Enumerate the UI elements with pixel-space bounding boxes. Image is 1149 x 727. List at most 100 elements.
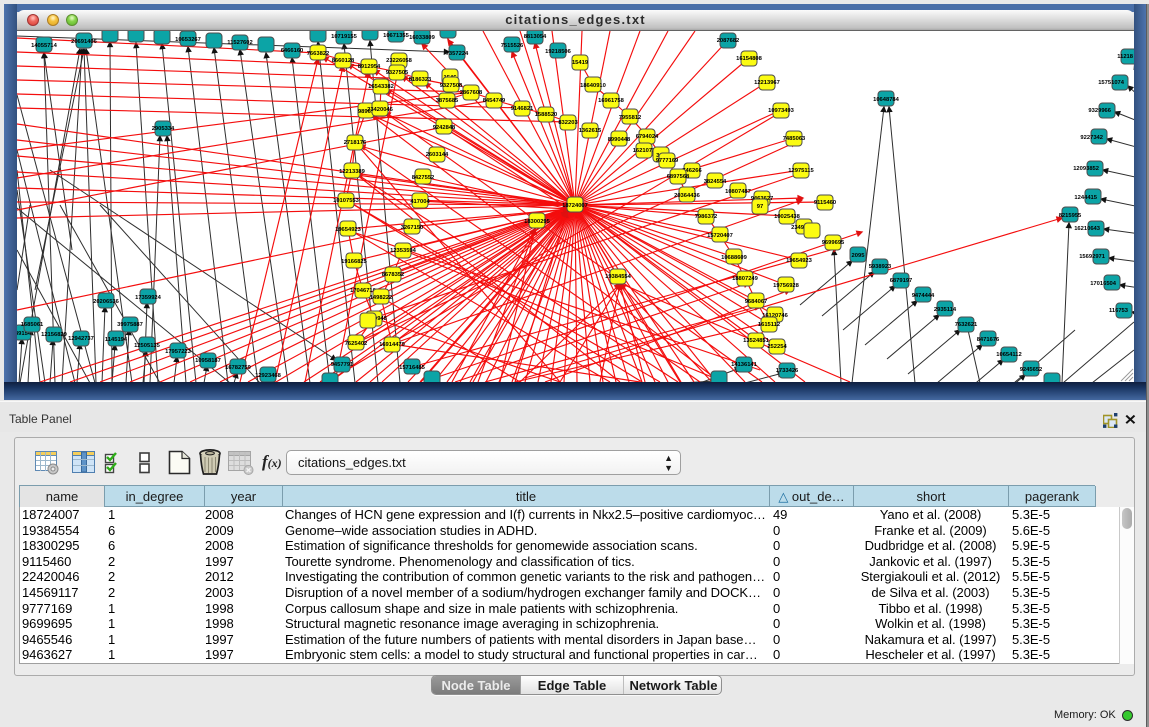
svg-text:9474444: 9474444 (912, 293, 935, 299)
svg-text:6466160: 6466160 (281, 48, 304, 54)
svg-text:7625402: 7625402 (345, 341, 368, 347)
svg-text:20691406: 20691406 (71, 39, 98, 45)
svg-text:16543382: 16543382 (368, 84, 394, 90)
svg-text:18807249: 18807249 (732, 276, 759, 282)
svg-text:2935114: 2935114 (934, 307, 957, 313)
svg-text:12923468: 12923468 (255, 373, 282, 379)
svg-text:3824554: 3824554 (704, 179, 727, 185)
svg-text:8454749: 8454749 (483, 98, 506, 104)
svg-text:8912954: 8912954 (358, 64, 381, 70)
svg-text:1733426: 1733426 (776, 368, 799, 374)
svg-text:10719155: 10719155 (331, 34, 358, 40)
svg-text:20206536: 20206536 (93, 299, 120, 305)
svg-text:832203: 832203 (558, 120, 578, 126)
svg-text:10654112: 10654112 (996, 352, 1021, 358)
svg-text:18300295: 18300295 (524, 219, 551, 225)
svg-text:252254: 252254 (767, 344, 787, 350)
svg-text:19218506: 19218506 (545, 49, 572, 55)
svg-text:97: 97 (757, 204, 763, 210)
svg-text:10973493: 10973493 (768, 108, 795, 114)
svg-text:10958187: 10958187 (195, 358, 221, 364)
svg-text:17016504: 17016504 (1090, 281, 1117, 287)
svg-text:6879197: 6879197 (890, 278, 913, 284)
svg-text:2603144: 2603144 (426, 152, 449, 158)
svg-text:8660128: 8660128 (332, 58, 355, 64)
svg-text:18724007: 18724007 (562, 203, 588, 209)
svg-text:9327505: 9327505 (386, 70, 409, 76)
svg-text:16914479: 16914479 (379, 342, 406, 348)
svg-text:15419: 15419 (572, 60, 589, 66)
svg-text:10688609: 10688609 (721, 255, 748, 261)
svg-text:417004: 417004 (410, 199, 430, 205)
svg-text:1362615: 1362615 (579, 128, 602, 134)
svg-text:16154808: 16154808 (736, 56, 763, 62)
svg-text:12942737: 12942737 (68, 336, 94, 342)
svg-text:5938923: 5938923 (869, 264, 892, 270)
svg-text:13524851: 13524851 (743, 338, 770, 344)
svg-text:8678352: 8678352 (382, 272, 405, 278)
svg-text:18640910: 18640910 (580, 83, 606, 89)
svg-text:19654923: 19654923 (335, 227, 362, 233)
svg-text:8186323: 8186323 (409, 77, 432, 83)
svg-text:7515526: 7515526 (501, 43, 524, 49)
svg-text:9245652: 9245652 (1020, 367, 1043, 373)
svg-text:16033809: 16033809 (409, 35, 436, 41)
svg-text:9242848: 9242848 (433, 125, 456, 131)
svg-text:1244415: 1244415 (1074, 195, 1097, 201)
svg-text:12213389: 12213389 (339, 169, 366, 175)
svg-text:7986372: 7986372 (695, 214, 718, 220)
svg-text:23420046: 23420046 (367, 107, 394, 113)
svg-text:17359924: 17359924 (135, 295, 162, 301)
svg-text:11218: 11218 (1117, 54, 1134, 60)
svg-text:17957223: 17957223 (165, 349, 192, 355)
svg-text:2095: 2095 (852, 253, 866, 259)
svg-text:7485063: 7485063 (783, 136, 806, 142)
svg-text:2718176: 2718176 (344, 140, 367, 146)
svg-text:1621072: 1621072 (633, 148, 656, 154)
svg-text:9457791: 9457791 (331, 362, 354, 368)
svg-text:15716485: 15716485 (399, 365, 426, 371)
svg-text:8215955: 8215955 (1059, 213, 1082, 219)
svg-text:9699695: 9699695 (822, 240, 845, 246)
svg-text:3875685: 3875685 (436, 98, 459, 104)
svg-text:10653267: 10653267 (175, 37, 201, 43)
svg-text:12505135: 12505135 (134, 343, 161, 349)
svg-text:14055714: 14055714 (31, 43, 58, 49)
svg-text:19166825: 19166825 (341, 259, 368, 265)
svg-text:7357224: 7357224 (446, 51, 469, 57)
svg-text:2905334: 2905334 (152, 126, 175, 132)
svg-text:12353594: 12353594 (390, 248, 417, 254)
svg-text:10807487: 10807487 (725, 189, 751, 195)
svg-text:9227342: 9227342 (1080, 135, 1103, 141)
svg-text:9115460: 9115460 (814, 200, 836, 206)
svg-text:10107553: 10107553 (333, 198, 360, 204)
svg-text:7632621: 7632621 (955, 322, 978, 328)
svg-text:15751074: 15751074 (1098, 80, 1125, 86)
svg-text:12975115: 12975115 (788, 168, 814, 174)
svg-text:16210643: 16210643 (1074, 226, 1101, 232)
svg-text:6897568: 6897568 (667, 174, 690, 180)
svg-text:23226058: 23226058 (386, 58, 413, 64)
svg-text:16961758: 16961758 (598, 98, 625, 104)
svg-text:15720407: 15720407 (707, 233, 733, 239)
svg-text:6794024: 6794024 (636, 134, 659, 140)
svg-text:8813054: 8813054 (524, 34, 547, 40)
svg-text:9777169: 9777169 (656, 158, 679, 164)
svg-text:10648784: 10648784 (873, 97, 900, 103)
svg-text:12156829: 12156829 (41, 332, 68, 338)
svg-text:19384554: 19384554 (605, 274, 632, 280)
svg-text:19756928: 19756928 (773, 283, 800, 289)
svg-text:3267150: 3267150 (401, 225, 424, 231)
svg-text:1145194: 1145194 (105, 337, 128, 343)
svg-text:116753: 116753 (1109, 308, 1129, 314)
svg-text:10025438: 10025438 (774, 214, 801, 220)
svg-text:10671355: 10671355 (383, 33, 410, 39)
svg-text:12093852: 12093852 (1073, 166, 1099, 172)
svg-text:8427552: 8427552 (412, 175, 435, 181)
svg-text:1685061: 1685061 (21, 322, 44, 328)
svg-text:12213967: 12213967 (754, 80, 780, 86)
svg-text:2087682: 2087682 (717, 38, 740, 44)
svg-text:15692971: 15692971 (1079, 254, 1106, 260)
svg-text:8990448: 8990448 (608, 137, 631, 143)
svg-text:9684067: 9684067 (745, 299, 768, 305)
